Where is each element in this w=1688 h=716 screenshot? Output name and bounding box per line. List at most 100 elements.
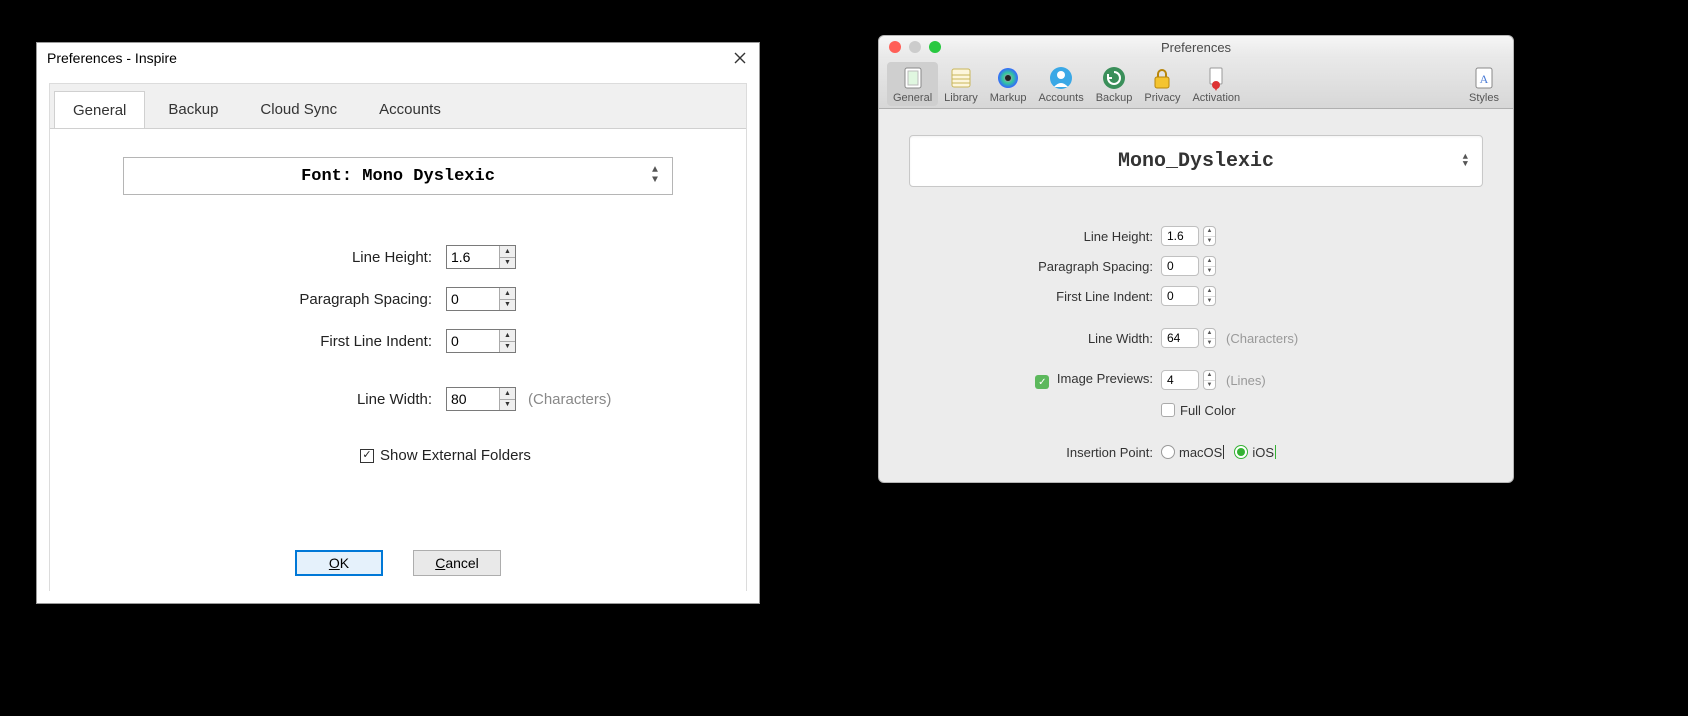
label-paragraph-spacing: Paragraph Spacing: xyxy=(909,259,1161,274)
backup-icon xyxy=(1100,64,1128,92)
row-line-width: Line Width: ▲▼ (Characters) xyxy=(909,323,1483,353)
stepper-arrows[interactable]: ▲▼ xyxy=(499,330,515,352)
label-image-previews: ✓ Image Previews: xyxy=(909,371,1161,390)
caret-demo-icon xyxy=(1223,445,1224,459)
cancel-button[interactable]: Cancel xyxy=(413,550,501,576)
chevron-up-icon[interactable]: ▲ xyxy=(1204,371,1215,381)
tab-cloud-sync[interactable]: Cloud Sync xyxy=(241,90,356,128)
toolbar-activation[interactable]: Activation xyxy=(1186,62,1246,106)
styles-icon: A xyxy=(1470,64,1498,92)
input-first-line-indent[interactable] xyxy=(447,330,499,352)
stepper-arrows[interactable]: ▲▼ xyxy=(499,388,515,410)
checkbox-full-color[interactable]: Full Color xyxy=(1161,403,1236,418)
chevron-down-icon[interactable]: ▼ xyxy=(500,300,515,311)
ok-rest: K xyxy=(340,555,349,571)
win-tab-content: Font: Mono Dyslexic ▲▼ Line Height: ▲▼ P… xyxy=(50,128,746,592)
stepper-image-previews[interactable]: ▲▼ xyxy=(1203,370,1216,390)
row-first-line-indent: First Line Indent: ▲▼ xyxy=(909,281,1483,311)
chevron-down-icon[interactable]: ▼ xyxy=(1204,381,1215,390)
stepper-line-width[interactable]: ▲▼ xyxy=(1203,328,1216,348)
chevron-up-icon[interactable]: ▲ xyxy=(1204,257,1215,267)
chevron-down-icon[interactable]: ▼ xyxy=(500,258,515,269)
toolbar-markup[interactable]: Markup xyxy=(984,62,1033,106)
stepper-paragraph-spacing[interactable]: ▲▼ xyxy=(1203,256,1216,276)
spin-line-height: ▲▼ xyxy=(1161,226,1216,246)
chevron-up-icon[interactable]: ▲ xyxy=(1204,329,1215,339)
checkbox-image-previews[interactable]: ✓ xyxy=(1035,375,1049,389)
toolbar-privacy[interactable]: Privacy xyxy=(1138,62,1186,106)
row-show-external[interactable]: ✓ Show External Folders xyxy=(50,447,746,464)
toolbar-general[interactable]: General xyxy=(887,62,938,106)
win-preferences-dialog: Preferences - Inspire General Backup Clo… xyxy=(36,42,760,604)
hint-characters: (Characters) xyxy=(528,391,611,408)
chevron-up-icon[interactable]: ▲ xyxy=(1204,227,1215,237)
tab-general[interactable]: General xyxy=(54,91,145,129)
close-icon[interactable] xyxy=(731,49,749,67)
row-full-color: Full Color xyxy=(909,395,1483,425)
spin-line-width[interactable]: ▲▼ xyxy=(446,387,516,411)
stepper-line-height[interactable]: ▲▼ xyxy=(1203,226,1216,246)
input-line-width[interactable] xyxy=(447,388,499,410)
input-image-previews[interactable] xyxy=(1161,370,1199,390)
accounts-icon xyxy=(1047,64,1075,92)
close-button[interactable] xyxy=(889,41,901,53)
input-line-height[interactable] xyxy=(447,246,499,268)
spin-image-previews: ▲▼ xyxy=(1161,370,1216,390)
label-first-line-indent: First Line Indent: xyxy=(50,333,446,350)
tab-accounts[interactable]: Accounts xyxy=(360,90,460,128)
chevron-down-icon[interactable]: ▼ xyxy=(1204,339,1215,348)
library-icon xyxy=(947,64,975,92)
minimize-button[interactable] xyxy=(909,41,921,53)
radio-circle xyxy=(1161,445,1175,459)
mac-title: Preferences xyxy=(879,40,1513,55)
input-line-width[interactable] xyxy=(1161,328,1199,348)
spin-first-line-indent[interactable]: ▲▼ xyxy=(446,329,516,353)
spin-line-width: ▲▼ xyxy=(1161,328,1216,348)
chevron-down-icon[interactable]: ▼ xyxy=(500,342,515,353)
label-show-external: Show External Folders xyxy=(380,447,531,464)
chevron-up-icon[interactable]: ▲ xyxy=(500,330,515,342)
stepper-arrows[interactable]: ▲▼ xyxy=(499,288,515,310)
privacy-icon xyxy=(1148,64,1176,92)
chevron-up-icon[interactable]: ▲ xyxy=(500,288,515,300)
font-selector[interactable]: Font: Mono Dyslexic ▲▼ xyxy=(123,157,673,195)
chevron-down-icon[interactable]: ▼ xyxy=(1204,267,1215,276)
spin-paragraph-spacing[interactable]: ▲▼ xyxy=(446,287,516,311)
chevron-down-icon[interactable]: ▼ xyxy=(1204,237,1215,246)
chevron-down-icon[interactable]: ▼ xyxy=(1204,297,1215,306)
ok-button[interactable]: OK xyxy=(295,550,383,576)
toolbar-styles-label: Styles xyxy=(1469,92,1499,104)
chevron-up-icon[interactable]: ▲ xyxy=(1204,287,1215,297)
mac-form: Line Height: ▲▼ Paragraph Spacing: ▲▼ Fi… xyxy=(909,221,1483,467)
input-paragraph-spacing[interactable] xyxy=(447,288,499,310)
toolbar-library-label: Library xyxy=(944,92,978,104)
input-paragraph-spacing[interactable] xyxy=(1161,256,1199,276)
checkbox-show-external[interactable]: ✓ xyxy=(360,449,374,463)
toolbar-accounts[interactable]: Accounts xyxy=(1032,62,1089,106)
caret-demo-icon xyxy=(1275,445,1276,459)
label-image-previews-text: Image Previews: xyxy=(1057,371,1153,386)
radio-macos[interactable]: macOS xyxy=(1161,445,1224,460)
toolbar-library[interactable]: Library xyxy=(938,62,984,106)
tab-backup[interactable]: Backup xyxy=(149,90,237,128)
label-line-height: Line Height: xyxy=(909,229,1161,244)
spin-first-line-indent: ▲▼ xyxy=(1161,286,1216,306)
input-first-line-indent[interactable] xyxy=(1161,286,1199,306)
chevron-up-icon[interactable]: ▲ xyxy=(500,246,515,258)
stepper-arrows[interactable]: ▲▼ xyxy=(499,246,515,268)
toolbar-privacy-label: Privacy xyxy=(1144,92,1180,104)
label-line-width: Line Width: xyxy=(50,391,446,408)
row-first-line-indent: First Line Indent: ▲▼ xyxy=(50,329,746,353)
mac-font-selector[interactable]: Mono_Dyslexic ▲▼ xyxy=(909,135,1483,187)
spin-line-height[interactable]: ▲▼ xyxy=(446,245,516,269)
traffic-lights xyxy=(879,41,941,53)
input-line-height[interactable] xyxy=(1161,226,1199,246)
zoom-button[interactable] xyxy=(929,41,941,53)
radio-ios[interactable]: iOS xyxy=(1234,445,1276,460)
toolbar-backup[interactable]: Backup xyxy=(1090,62,1139,106)
chevron-updown-icon: ▲▼ xyxy=(1463,154,1468,168)
toolbar-styles[interactable]: A Styles xyxy=(1463,62,1505,106)
chevron-up-icon[interactable]: ▲ xyxy=(500,388,515,400)
stepper-first-line-indent[interactable]: ▲▼ xyxy=(1203,286,1216,306)
chevron-down-icon[interactable]: ▼ xyxy=(500,400,515,411)
